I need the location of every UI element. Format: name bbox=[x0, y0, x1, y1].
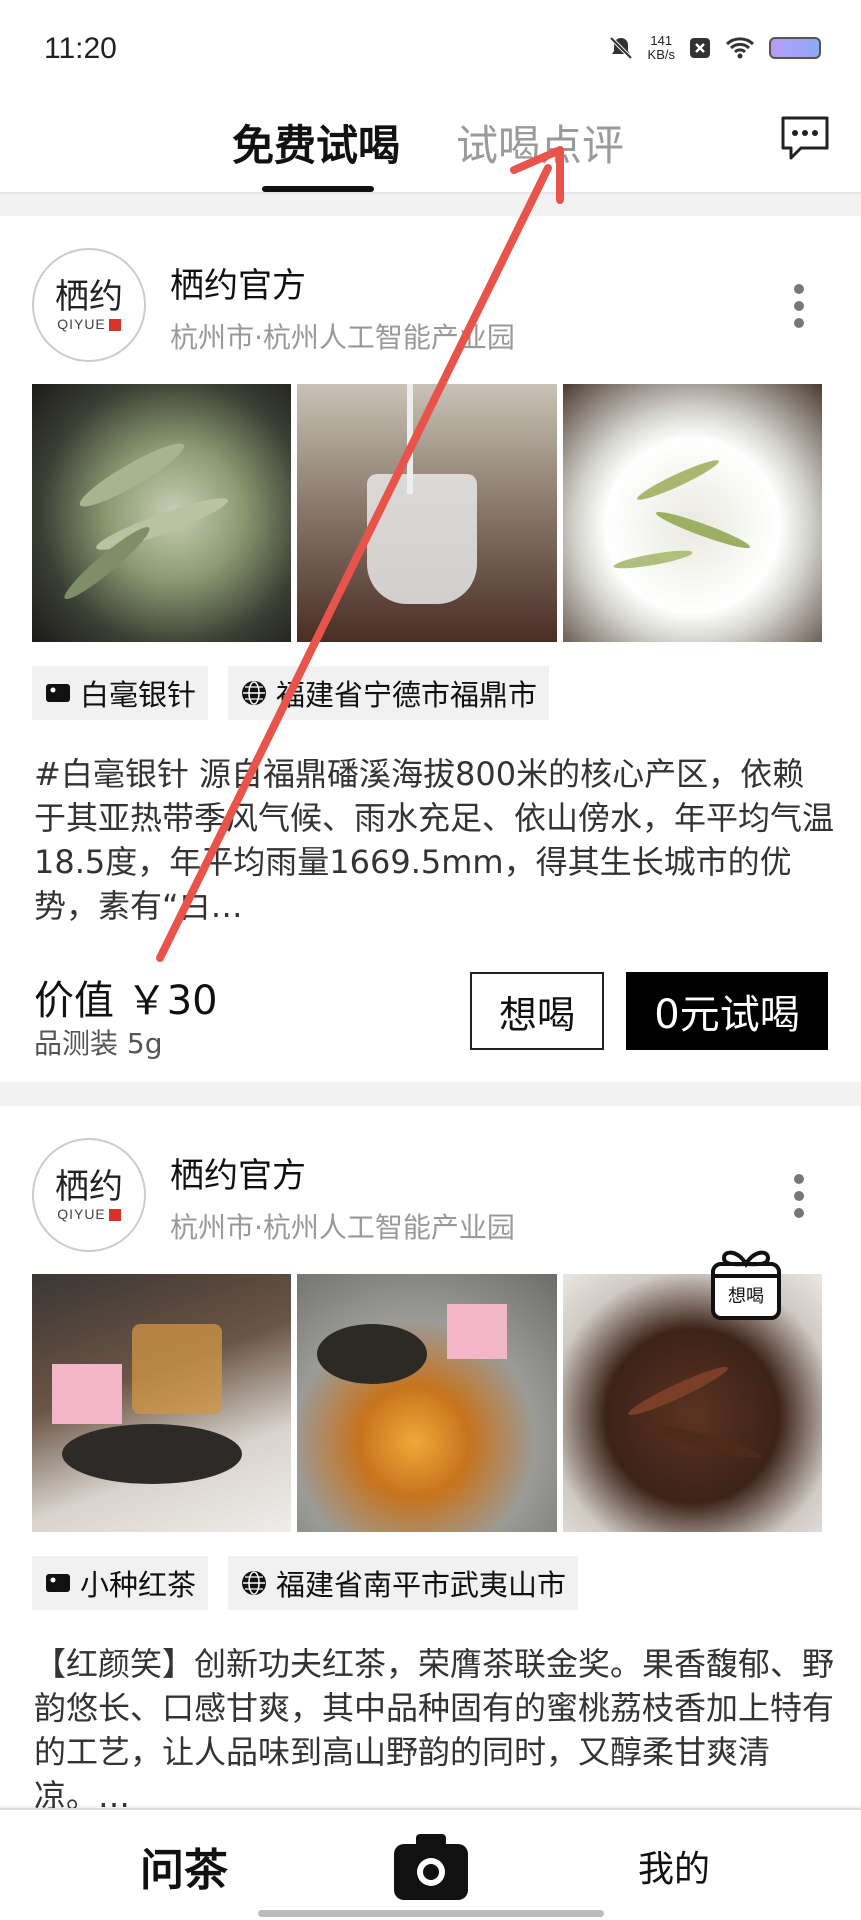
avatar-logo-subtext: QIYUE bbox=[57, 316, 121, 332]
more-vert-icon[interactable] bbox=[793, 1174, 805, 1218]
product-photo[interactable] bbox=[32, 1274, 292, 1532]
shop-location: 杭州市·杭州人工智能产业园 bbox=[170, 321, 515, 354]
nav-home[interactable]: 问茶 bbox=[140, 1834, 228, 1898]
origin-tag-label: 福建省宁德市福鼎市 bbox=[276, 678, 538, 712]
tag-icon bbox=[46, 1574, 70, 1592]
tab-reviews[interactable]: 试喝点评 bbox=[456, 112, 624, 173]
product-description[interactable]: #白毫银针 源自福鼎磻溪海拔800米的核心产区，依赖于其亚热带季风气候、雨水充足… bbox=[34, 752, 834, 928]
origin-tag-label: 福建省南平市武夷山市 bbox=[276, 1568, 567, 1602]
wifi-icon bbox=[725, 37, 755, 59]
avatar-logo-text: 栖约 bbox=[55, 277, 123, 317]
shop-location: 杭州市·杭州人工智能产业园 bbox=[170, 1211, 515, 1244]
price-value: 价值 ￥30 bbox=[34, 978, 218, 1024]
product-description[interactable]: 【红颜笑】创新功夫红茶，荣膺茶联金奖。果香馥郁、野韵悠长、口感甘爽，其中品种固有… bbox=[34, 1642, 834, 1818]
message-icon[interactable] bbox=[779, 112, 831, 164]
seal-icon bbox=[108, 319, 121, 332]
shop-avatar[interactable]: 栖约 QIYUE bbox=[32, 1138, 146, 1252]
package-spec: 品测装 5g bbox=[34, 1027, 163, 1060]
variety-tag[interactable]: 白毫银针 bbox=[32, 666, 209, 720]
avatar-logo-en: QIYUE bbox=[57, 316, 106, 332]
home-indicator bbox=[258, 1910, 604, 1917]
product-photo[interactable] bbox=[297, 384, 557, 642]
mute-bell-icon bbox=[609, 36, 632, 60]
avatar-logo-text: 栖约 bbox=[55, 1167, 123, 1207]
status-bar: 11:20 141 KB/s bbox=[0, 0, 861, 100]
status-time: 11:20 bbox=[44, 32, 117, 65]
globe-icon bbox=[242, 681, 267, 705]
top-tabs: 免费试喝 试喝点评 bbox=[0, 100, 861, 194]
more-vert-icon[interactable] bbox=[793, 284, 805, 328]
tag-row: 白毫银针 福建省宁德市福鼎市 bbox=[32, 666, 550, 720]
net-speed: 141 KB/s bbox=[648, 34, 675, 62]
shop-name[interactable]: 栖约官方 bbox=[170, 1148, 306, 1197]
avatar-logo-en: QIYUE bbox=[57, 1206, 106, 1222]
gift-badge[interactable]: 想喝 bbox=[705, 1244, 787, 1320]
seal-icon bbox=[108, 1209, 121, 1222]
shop-avatar[interactable]: 栖约 QIYUE bbox=[32, 248, 146, 362]
bottom-nav: 问茶 我的 bbox=[0, 1808, 861, 1920]
variety-tag-label: 白毫银针 bbox=[80, 678, 197, 712]
shop-name[interactable]: 栖约官方 bbox=[170, 258, 306, 307]
photo-row bbox=[32, 1274, 822, 1532]
variety-tag[interactable]: 小种红茶 bbox=[32, 1556, 209, 1610]
net-speed-value: 141 bbox=[650, 33, 673, 48]
product-photo[interactable] bbox=[297, 1274, 557, 1532]
product-photo[interactable] bbox=[32, 384, 292, 642]
active-tab-indicator bbox=[262, 186, 374, 192]
origin-tag[interactable]: 福建省南平市武夷山市 bbox=[228, 1556, 579, 1610]
tag-icon bbox=[46, 684, 70, 702]
photo-row bbox=[32, 384, 822, 642]
close-box-icon bbox=[690, 38, 710, 58]
nav-mine[interactable]: 我的 bbox=[638, 1840, 710, 1892]
want-button[interactable]: 想喝 bbox=[470, 972, 604, 1050]
battery-icon bbox=[769, 37, 821, 59]
variety-tag-label: 小种红茶 bbox=[80, 1568, 197, 1602]
trial-card[interactable]: 栖约 QIYUE 栖约官方 杭州市·杭州人工智能产业园 白毫银针 福建省宁德市福… bbox=[0, 216, 861, 1082]
tab-free-trial[interactable]: 免费试喝 bbox=[232, 112, 400, 173]
gift-badge-label: 想喝 bbox=[728, 1286, 764, 1307]
product-photo[interactable] bbox=[562, 384, 822, 642]
net-speed-unit: KB/s bbox=[647, 47, 675, 62]
status-icons: 141 KB/s bbox=[608, 34, 821, 62]
origin-tag[interactable]: 福建省宁德市福鼎市 bbox=[228, 666, 550, 720]
avatar-logo-subtext: QIYUE bbox=[57, 1206, 121, 1222]
globe-icon bbox=[242, 1571, 267, 1595]
tag-row: 小种红茶 福建省南平市武夷山市 bbox=[32, 1556, 579, 1610]
camera-icon[interactable] bbox=[392, 1832, 470, 1902]
trial-card[interactable]: 栖约 QIYUE 栖约官方 杭州市·杭州人工智能产业园 想喝 小种红茶 福建省南… bbox=[0, 1106, 861, 1815]
free-trial-button[interactable]: 0元试喝 bbox=[626, 972, 828, 1050]
